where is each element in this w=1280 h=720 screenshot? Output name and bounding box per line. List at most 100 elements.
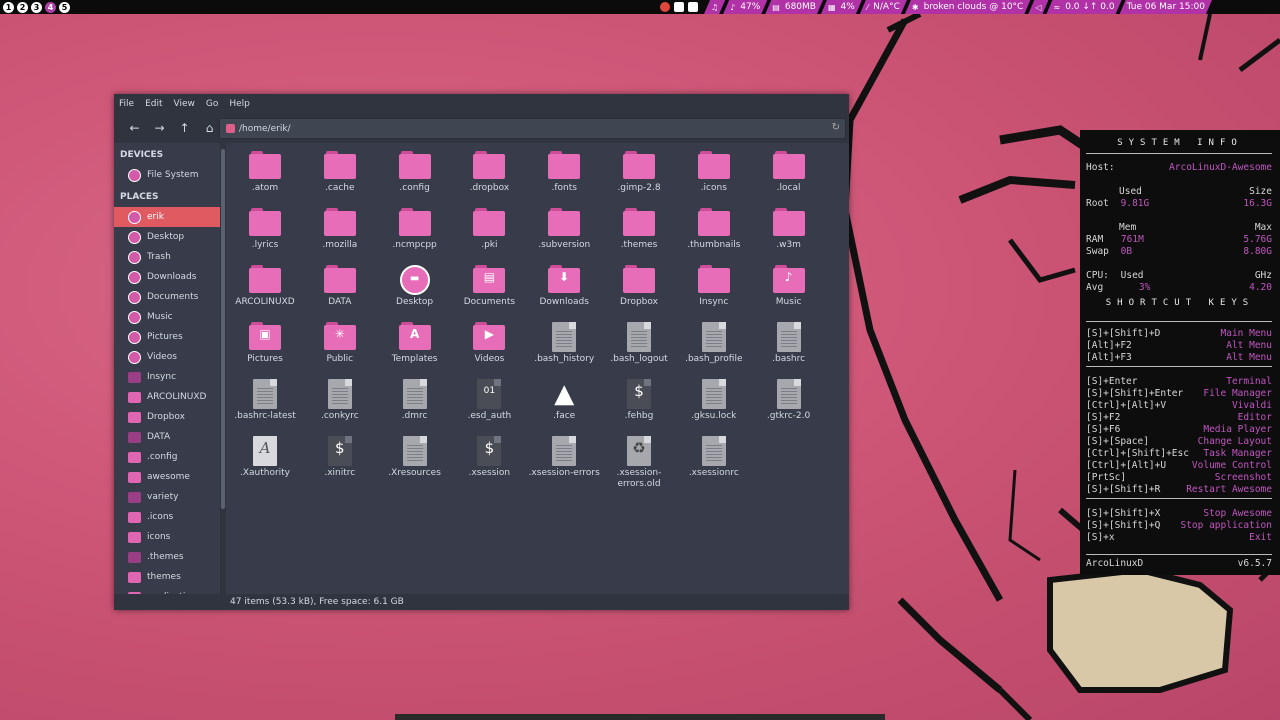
file-item[interactable]: 01 .esd_auth: [452, 379, 526, 422]
volume-widget[interactable]: ♪ 47%: [723, 0, 767, 14]
sidebar-item-applications[interactable]: applications: [114, 587, 220, 594]
sidebar-item-documents[interactable]: Documents: [114, 287, 220, 307]
shortcut-action: Alt Menu: [1226, 340, 1272, 351]
file-item[interactable]: ▤ Documents: [452, 265, 526, 308]
sidebar-item-themes[interactable]: themes: [114, 567, 220, 587]
sidebar-item-music[interactable]: Music: [114, 307, 220, 327]
workspace-tag-1[interactable]: 1: [3, 1, 14, 13]
file-item[interactable]: .atom: [228, 151, 302, 194]
file-name: .face: [553, 411, 576, 421]
sidebar-item-variety[interactable]: variety: [114, 487, 220, 507]
sidebar-item-videos[interactable]: Videos: [114, 347, 220, 367]
file-item[interactable]: .subversion: [527, 208, 601, 251]
places-list: erik Desktop Trash Downloads Documents Music P…: [114, 207, 220, 594]
file-item[interactable]: ARCOLINUXD: [228, 265, 302, 308]
file-item[interactable]: .bash_history: [527, 322, 601, 365]
file-item[interactable]: .xsessionrc: [677, 436, 751, 479]
menu-view[interactable]: View: [174, 99, 195, 109]
sidebar-item-file-system[interactable]: File System: [114, 165, 220, 185]
sidebar-item-erik[interactable]: erik: [114, 207, 220, 227]
sidebar-scrollbar[interactable]: [220, 143, 226, 594]
workspace-tag-3[interactable]: 3: [31, 1, 42, 13]
file-item[interactable]: .bashrc-latest: [228, 379, 302, 422]
file-item[interactable]: ⬇ Downloads: [527, 265, 601, 308]
sidebar-item-label: themes: [147, 572, 181, 582]
file-item[interactable]: ✳ Public: [303, 322, 377, 365]
sidebar-item-trash[interactable]: Trash: [114, 247, 220, 267]
file-item[interactable]: A .Xauthority: [228, 436, 302, 479]
file-item[interactable]: .thumbnails: [677, 208, 751, 251]
sidebar-item-dropbox[interactable]: Dropbox: [114, 407, 220, 427]
menu-edit[interactable]: Edit: [145, 99, 162, 109]
workspace-tag-2[interactable]: 2: [17, 1, 28, 13]
file-item[interactable]: $ .xsession: [452, 436, 526, 479]
sidebar-item-icons[interactable]: icons: [114, 527, 220, 547]
reload-icon[interactable]: ↻: [832, 122, 840, 133]
file-item[interactable]: .xsession-errors: [527, 436, 601, 479]
file-item[interactable]: A Templates: [378, 322, 452, 365]
file-item[interactable]: .bashrc: [752, 322, 826, 365]
file-item[interactable]: .gksu.lock: [677, 379, 751, 422]
sidebar-scroll-thumb[interactable]: [221, 149, 225, 509]
file-item[interactable]: .bash_profile: [677, 322, 751, 365]
file-item[interactable]: $ .fehbg: [602, 379, 676, 422]
sidebar-item-dot-config[interactable]: .config: [114, 447, 220, 467]
file-item[interactable]: .conkyrc: [303, 379, 377, 422]
file-item[interactable]: .themes: [602, 208, 676, 251]
menu-go[interactable]: Go: [206, 99, 218, 109]
workspace-tag-4[interactable]: 4: [45, 1, 56, 13]
file-item[interactable]: .cache: [303, 151, 377, 194]
file-item[interactable]: ▬ Desktop: [378, 265, 452, 308]
file-item[interactable]: .dmrc: [378, 379, 452, 422]
menu-help[interactable]: Help: [229, 99, 250, 109]
file-item[interactable]: .gimp-2.8: [602, 151, 676, 194]
workspace-tag-5[interactable]: 5: [59, 1, 70, 13]
back-button[interactable]: ←: [122, 118, 147, 138]
file-item[interactable]: .w3m: [752, 208, 826, 251]
music-widget[interactable]: ♫: [704, 0, 725, 14]
menu-file[interactable]: File: [119, 99, 134, 109]
sidebar-item-insync[interactable]: Insync: [114, 367, 220, 387]
sidebar-item-data[interactable]: DATA: [114, 427, 220, 447]
sidebar-item-desktop[interactable]: Desktop: [114, 227, 220, 247]
file-item[interactable]: ♻ .xsession-errors.old: [602, 436, 676, 490]
sidebar-item-dot-icons[interactable]: .icons: [114, 507, 220, 527]
screenshot-tray-icon[interactable]: [688, 2, 698, 12]
file-item[interactable]: .icons: [677, 151, 751, 194]
file-item[interactable]: ♪ Music: [752, 265, 826, 308]
file-item[interactable]: .Xresources: [378, 436, 452, 479]
update-icon[interactable]: [660, 2, 670, 12]
sidebar-item-pictures[interactable]: Pictures: [114, 327, 220, 347]
file-item[interactable]: .ncmpcpp: [378, 208, 452, 251]
file-item[interactable]: $ .xinitrc: [303, 436, 377, 479]
file-item[interactable]: ▣ Pictures: [228, 322, 302, 365]
folder-icon: [249, 208, 281, 236]
network-tray-icon[interactable]: [674, 2, 684, 12]
file-item[interactable]: .lyrics: [228, 208, 302, 251]
file-item[interactable]: ▲ .face: [527, 379, 601, 422]
sidebar-item-awesome[interactable]: awesome: [114, 467, 220, 487]
file-item[interactable]: .bash_logout: [602, 322, 676, 365]
shortcut-action: Change Layout: [1197, 436, 1272, 447]
location-bar[interactable]: /home/erik/ ↻: [219, 118, 846, 139]
forward-button[interactable]: →: [147, 118, 172, 138]
file-item[interactable]: Dropbox: [602, 265, 676, 308]
clock-text: Tue 06 Mar 15:00: [1126, 2, 1205, 12]
clock-widget[interactable]: Tue 06 Mar 15:00: [1120, 0, 1212, 14]
sidebar-item-dot-themes[interactable]: .themes: [114, 547, 220, 567]
up-button[interactable]: ↑: [172, 118, 197, 138]
file-item[interactable]: .fonts: [527, 151, 601, 194]
file-item[interactable]: .local: [752, 151, 826, 194]
file-item[interactable]: .gtkrc-2.0: [752, 379, 826, 422]
file-item[interactable]: .mozilla: [303, 208, 377, 251]
speaker-widget[interactable]: ◁: [1028, 0, 1048, 14]
max-header: Max: [1254, 222, 1272, 233]
file-item[interactable]: ▶ Videos: [452, 322, 526, 365]
sidebar-item-arcolinuxd[interactable]: ARCOLINUXD: [114, 387, 220, 407]
file-item[interactable]: DATA: [303, 265, 377, 308]
sidebar-item-downloads[interactable]: Downloads: [114, 267, 220, 287]
file-item[interactable]: .pki: [452, 208, 526, 251]
file-item[interactable]: .dropbox: [452, 151, 526, 194]
file-item[interactable]: .config: [378, 151, 452, 194]
file-item[interactable]: Insync: [677, 265, 751, 308]
